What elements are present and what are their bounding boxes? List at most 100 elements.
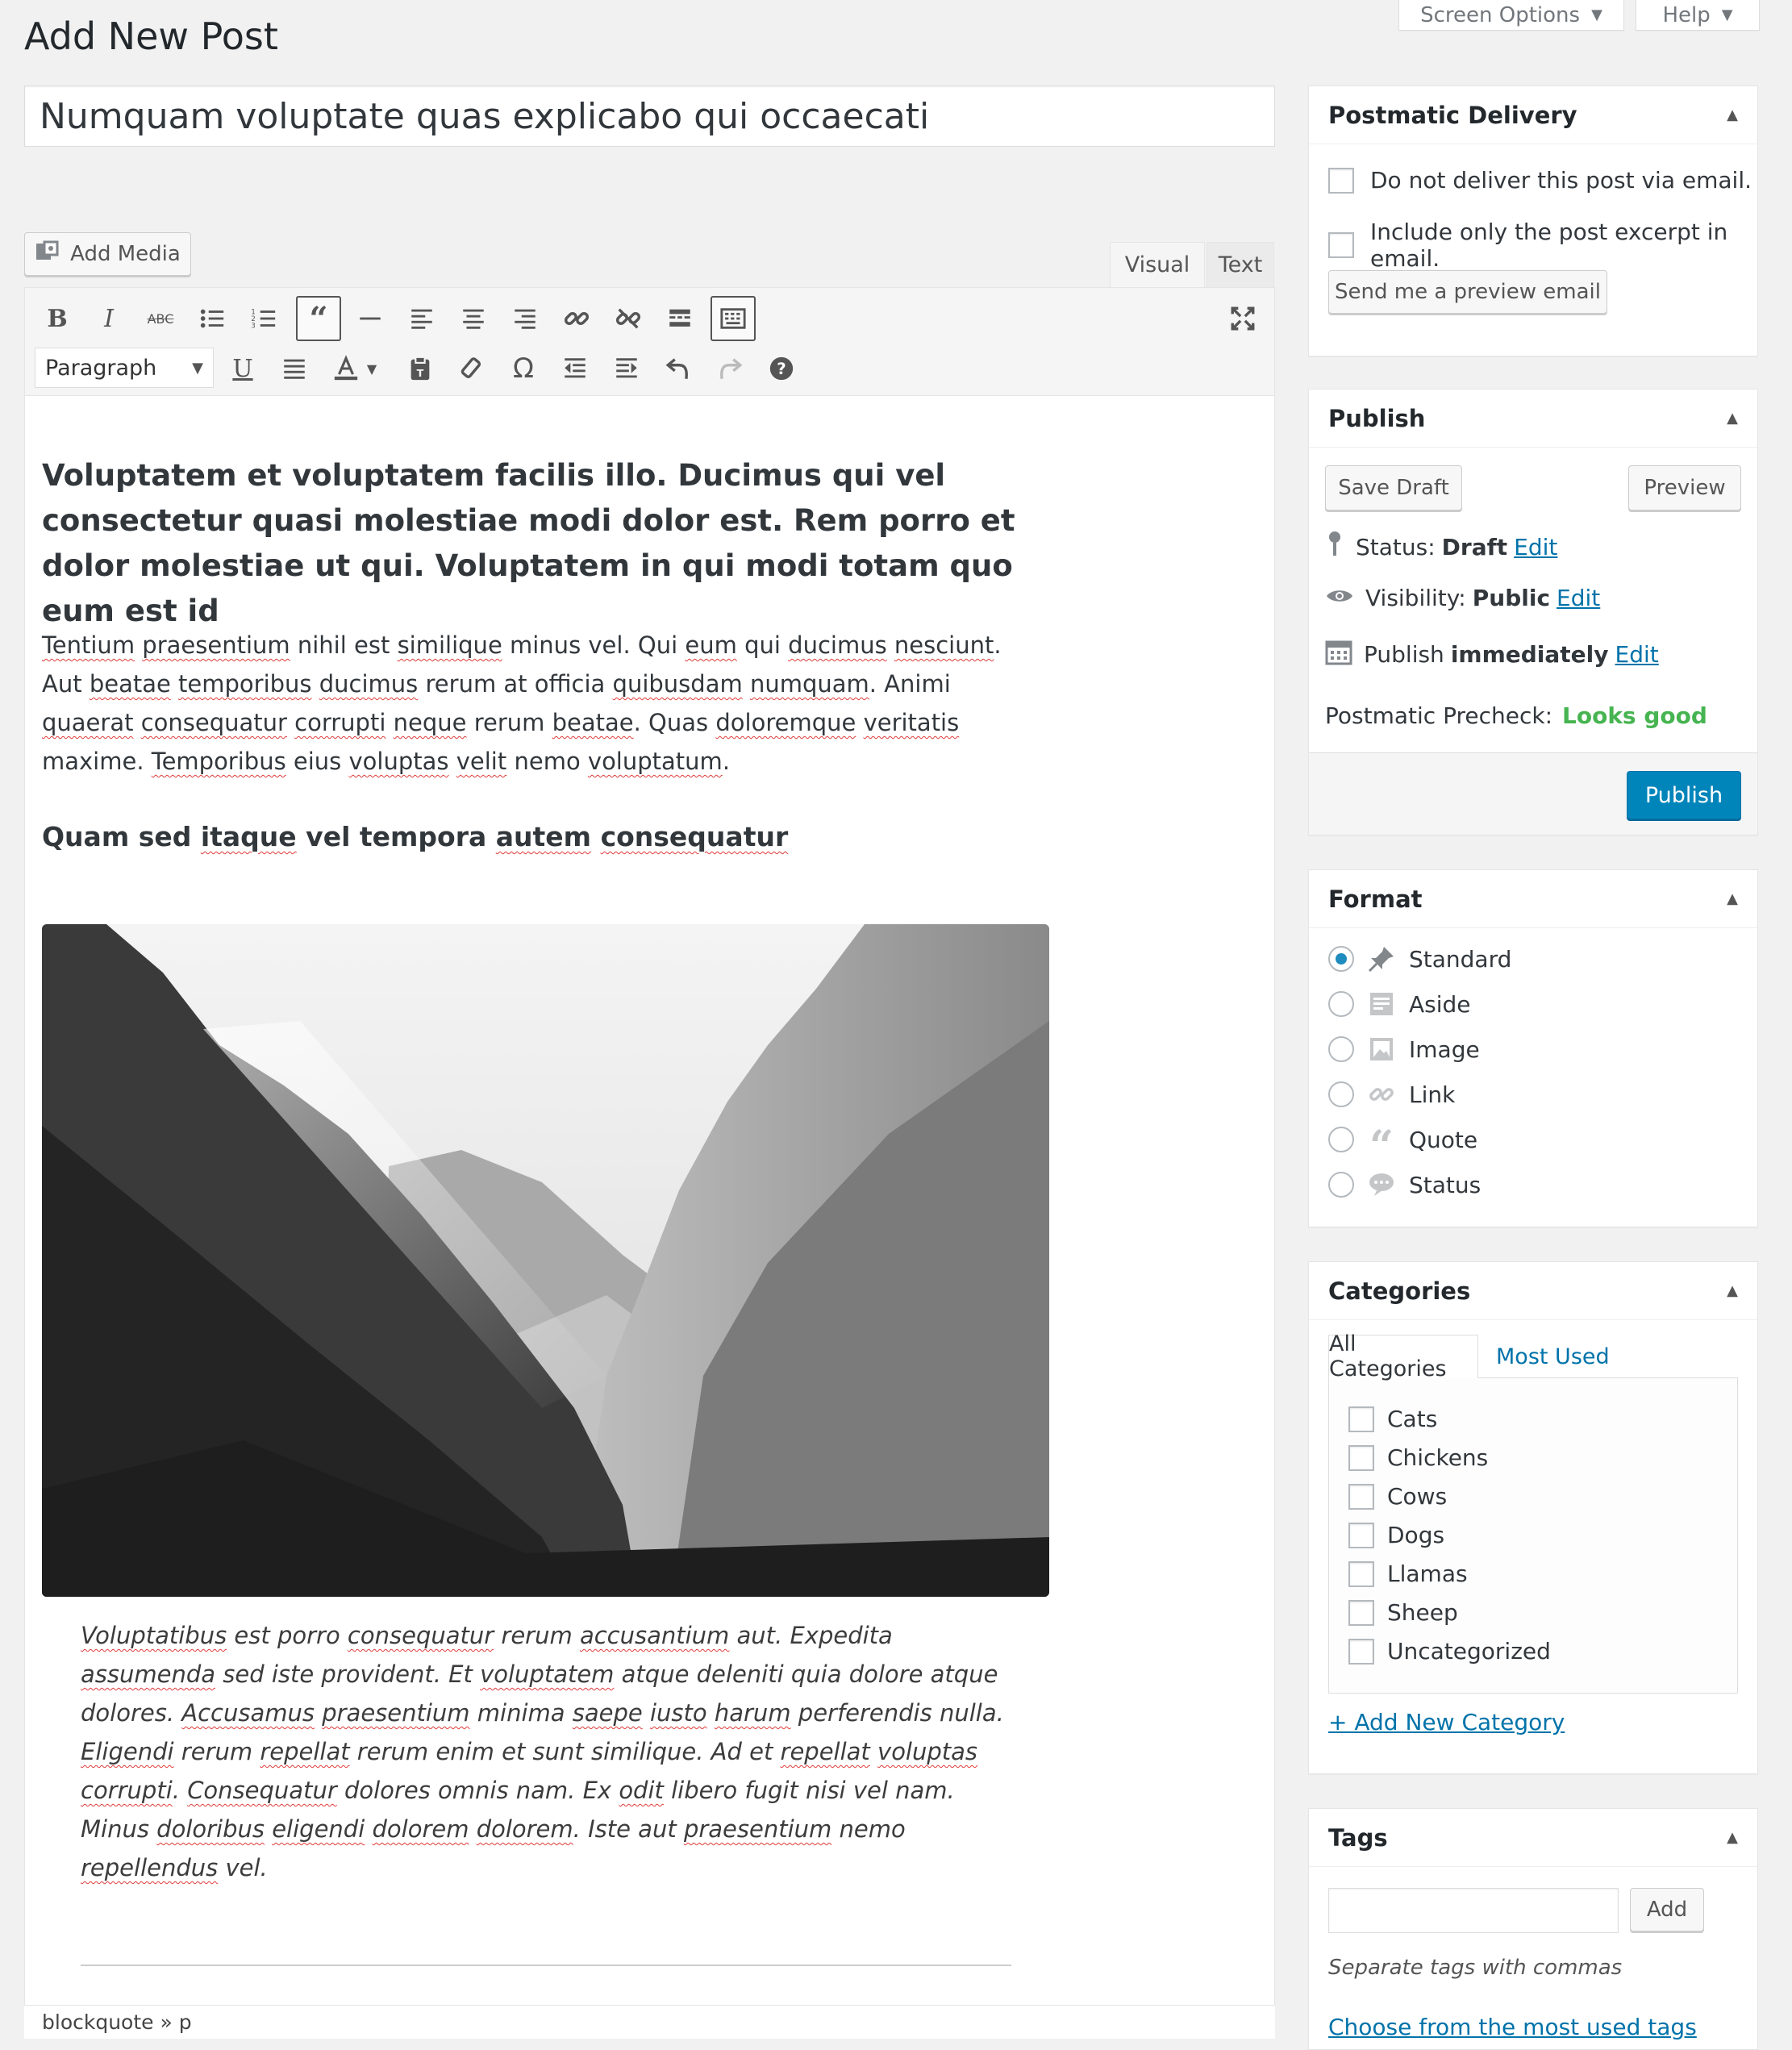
category-label: Cats (1387, 1406, 1438, 1432)
post-title-input[interactable]: Numquam voluptate quas explicabo qui occ… (24, 85, 1275, 147)
text-color-icon[interactable] (327, 349, 365, 388)
tab-visual[interactable]: Visual (1110, 242, 1205, 287)
screen-options-button[interactable]: Screen Options ▼ (1398, 0, 1624, 31)
tab-all-categories[interactable]: All Categories (1328, 1331, 1478, 1381)
para-word: corrupti (294, 709, 386, 736)
postbox-header[interactable]: Publish ▲ (1309, 390, 1757, 448)
postbox-header[interactable]: Format ▲ (1309, 870, 1757, 928)
radio[interactable] (1328, 1172, 1354, 1198)
para-word: eum (685, 631, 737, 659)
choose-tags-link[interactable]: Choose from the most used tags (1328, 2014, 1697, 2040)
no-deliver-option[interactable]: Do not deliver this post via email. (1328, 167, 1752, 194)
send-preview-email-button[interactable]: Send me a preview email (1328, 270, 1607, 314)
collapse-arrow-icon[interactable]: ▲ (1727, 1282, 1738, 1299)
format-option-link[interactable]: Link (1328, 1080, 1455, 1109)
excerpt-only-option[interactable]: Include only the post excerpt in email. (1328, 219, 1757, 272)
edit-visibility-link[interactable]: Edit (1557, 585, 1600, 611)
undo-icon[interactable] (659, 349, 698, 388)
radio[interactable] (1328, 991, 1354, 1017)
category-item[interactable]: Chickens (1348, 1444, 1488, 1471)
justify-icon[interactable] (275, 349, 314, 388)
add-new-category-link[interactable]: + Add New Category (1328, 1709, 1565, 1735)
horizontal-rule-icon[interactable] (351, 299, 390, 338)
category-item[interactable]: Cows (1348, 1483, 1447, 1510)
checkbox[interactable] (1348, 1444, 1374, 1471)
edit-status-link[interactable]: Edit (1514, 534, 1557, 560)
radio[interactable] (1328, 1127, 1354, 1152)
checkbox[interactable] (1348, 1638, 1374, 1665)
align-center-icon[interactable] (454, 299, 493, 338)
format-option-quote[interactable]: “ Quote (1328, 1122, 1477, 1171)
categories-box: Categories ▲ All Categories Most Used Ca… (1308, 1261, 1758, 1774)
redo-icon[interactable] (711, 349, 749, 388)
outdent-icon[interactable] (556, 349, 594, 388)
format-option-image[interactable]: Image (1328, 1035, 1480, 1064)
category-item[interactable]: Llamas (1348, 1560, 1468, 1587)
blockquote-icon[interactable]: “ (296, 296, 341, 341)
add-tag-button[interactable]: Add (1630, 1888, 1704, 1931)
send-preview-email-label: Send me a preview email (1335, 280, 1601, 304)
page-title: Add New Post (24, 15, 278, 58)
category-item[interactable]: Sheep (1348, 1599, 1458, 1626)
clear-formatting-icon[interactable] (452, 349, 491, 388)
add-tag-label: Add (1646, 1898, 1688, 1922)
format-option-standard[interactable]: Standard (1328, 944, 1511, 973)
tag-input[interactable] (1328, 1888, 1619, 1933)
checkbox[interactable] (1348, 1560, 1374, 1587)
align-right-icon[interactable] (506, 299, 544, 338)
format-option-status[interactable]: Status (1328, 1170, 1481, 1199)
svg-text:T: T (417, 368, 424, 380)
tab-text[interactable]: Text (1206, 242, 1274, 287)
preview-button[interactable]: Preview (1628, 465, 1741, 510)
numbered-list-icon[interactable]: 123 (244, 299, 283, 338)
collapse-arrow-icon[interactable]: ▲ (1727, 890, 1738, 907)
radio[interactable] (1328, 1036, 1354, 1062)
category-label: Llamas (1387, 1560, 1468, 1587)
radio[interactable] (1328, 1081, 1354, 1107)
category-item[interactable]: Cats (1348, 1406, 1437, 1432)
indent-icon[interactable] (607, 349, 646, 388)
checkbox[interactable] (1348, 1483, 1374, 1510)
collapse-arrow-icon[interactable]: ▲ (1727, 410, 1738, 427)
collapse-arrow-icon[interactable]: ▲ (1727, 1829, 1738, 1846)
para-word: veritatis (863, 709, 960, 736)
format-option-aside[interactable]: Aside (1328, 990, 1471, 1019)
checkbox[interactable] (1348, 1522, 1374, 1548)
fullscreen-icon[interactable] (1223, 299, 1262, 338)
bullet-list-icon[interactable] (193, 299, 231, 338)
quote-word: repellat (260, 1738, 350, 1765)
category-item[interactable]: Dogs (1348, 1522, 1444, 1548)
category-item[interactable]: Uncategorized (1348, 1638, 1551, 1665)
format-select[interactable]: Paragraph ▼ (35, 348, 214, 388)
visibility-label: Visibility: (1365, 585, 1466, 611)
postbox-header[interactable]: Tags ▲ (1309, 1809, 1757, 1867)
tab-most-used[interactable]: Most Used (1496, 1335, 1610, 1378)
postbox-header[interactable]: Postmatic Delivery ▲ (1309, 86, 1757, 144)
underline-icon[interactable]: U (223, 349, 262, 388)
checkbox[interactable] (1328, 232, 1354, 258)
checkbox[interactable] (1348, 1406, 1374, 1432)
strikethrough-icon[interactable]: ABC (141, 299, 180, 338)
paste-text-icon[interactable]: T (401, 349, 440, 388)
content-image[interactable] (42, 924, 1049, 1597)
remove-link-icon[interactable] (609, 299, 648, 338)
italic-icon[interactable]: I (90, 299, 128, 338)
special-character-icon[interactable]: Ω (504, 349, 543, 388)
postbox-header[interactable]: Categories ▲ (1309, 1262, 1757, 1320)
align-left-icon[interactable] (402, 299, 441, 338)
checkbox[interactable] (1348, 1599, 1374, 1626)
read-more-icon[interactable] (661, 299, 699, 338)
publish-button[interactable]: Publish (1627, 771, 1741, 819)
save-draft-button[interactable]: Save Draft (1325, 465, 1462, 510)
insert-link-icon[interactable] (557, 299, 596, 338)
chevron-down-icon[interactable]: ▼ (362, 349, 381, 388)
bold-icon[interactable]: B (38, 299, 77, 338)
toolbar-toggle-icon[interactable] (711, 296, 756, 341)
edit-publish-time-link[interactable]: Edit (1615, 641, 1659, 668)
checkbox[interactable] (1328, 167, 1354, 194)
add-media-button[interactable]: Add Media (24, 232, 191, 276)
help-icon[interactable]: ? (762, 349, 801, 388)
collapse-arrow-icon[interactable]: ▲ (1727, 106, 1738, 123)
help-button[interactable]: Help ▼ (1636, 0, 1760, 31)
radio-selected[interactable] (1328, 946, 1354, 972)
